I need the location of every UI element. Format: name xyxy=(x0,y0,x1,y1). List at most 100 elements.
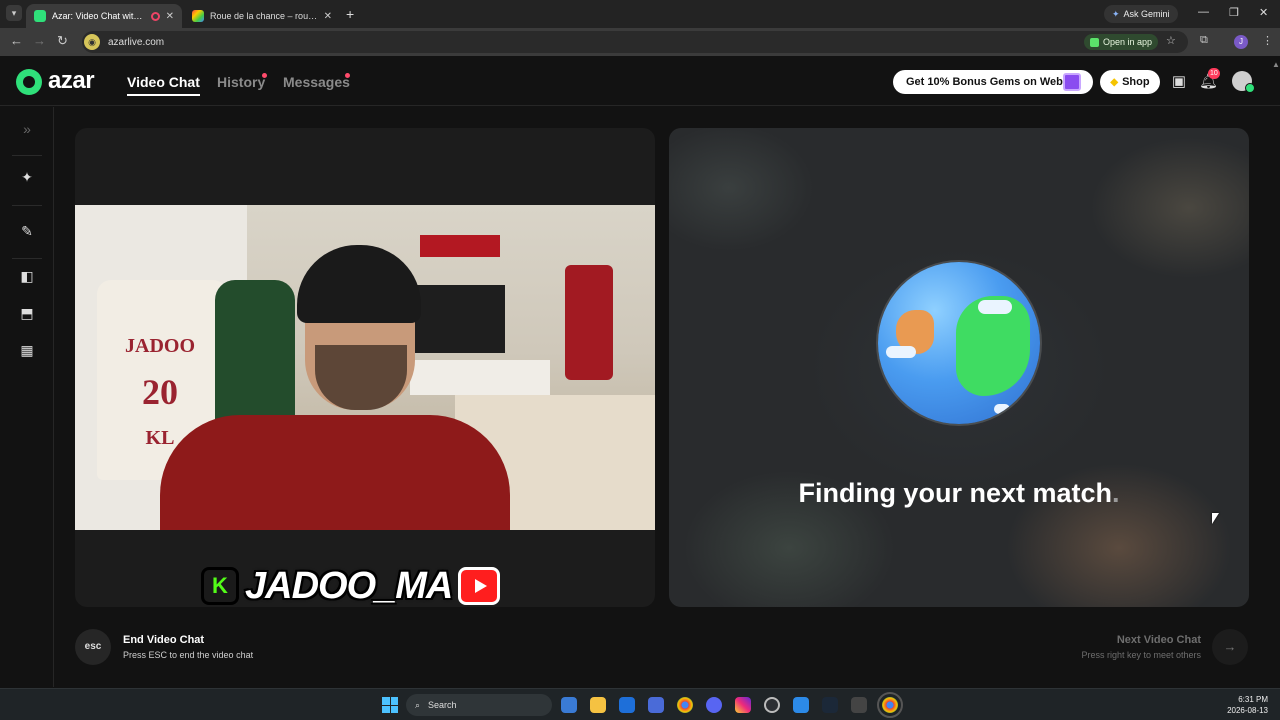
close-tab-icon[interactable]: ✕ xyxy=(324,11,332,22)
system-clock[interactable]: 6:31 PM 2026-08-13 xyxy=(1218,694,1268,716)
store-icon[interactable]: ▣ xyxy=(1170,73,1188,91)
instagram-icon[interactable] xyxy=(735,697,751,713)
red-shirt xyxy=(565,265,613,380)
task-view-icon[interactable] xyxy=(561,697,577,713)
windows-start-icon[interactable] xyxy=(382,697,398,713)
tv-stand xyxy=(410,360,550,395)
tab-roue[interactable]: Roue de la chance – roue aléatoire ✕ xyxy=(184,4,340,28)
open-in-app-label: Open in app xyxy=(1103,37,1153,47)
tab-search-icon[interactable]: ▾ xyxy=(6,5,22,21)
streamer-name: JADOO_MA xyxy=(245,564,453,607)
divider xyxy=(12,258,42,259)
search-icon: ⌕ xyxy=(415,699,421,710)
maximize-icon[interactable]: ❐ xyxy=(1229,6,1239,19)
ask-gemini-label: Ask Gemini xyxy=(1123,9,1170,19)
jersey-line-2: 20 xyxy=(142,372,178,412)
television xyxy=(410,285,505,353)
azar-favicon-icon xyxy=(34,10,46,22)
wall-banner xyxy=(420,235,500,257)
discord-icon[interactable] xyxy=(706,697,722,713)
forward-icon[interactable]: → xyxy=(33,33,46,48)
nav-messages[interactable]: Messages xyxy=(283,74,350,90)
steam-icon[interactable] xyxy=(822,697,838,713)
my-video-panel: JADOO 20 KL K JADOO_MA xyxy=(75,128,655,607)
browser-tab-bar: ▾ Azar: Video Chat with New ✕ Roue de la… xyxy=(0,0,1280,28)
url-text: azarlive.com xyxy=(108,36,165,48)
photos-icon[interactable] xyxy=(793,697,809,713)
extensions-icon[interactable]: ⧉ xyxy=(1200,34,1208,47)
globe-cloud xyxy=(994,404,1010,414)
bookmark-star-icon[interactable]: ☆ xyxy=(1166,34,1176,47)
divider xyxy=(12,155,42,156)
capture-icon[interactable] xyxy=(851,697,867,713)
taskbar-search[interactable]: ⌕ Search xyxy=(406,694,552,716)
tab-azar[interactable]: Azar: Video Chat with New ✕ xyxy=(26,4,182,28)
open-in-app-button[interactable]: Open in app xyxy=(1084,34,1159,50)
clock-time: 6:31 PM xyxy=(1238,695,1268,704)
shop-button[interactable]: ◆ Shop xyxy=(1100,70,1160,94)
person-body xyxy=(160,415,510,530)
expand-chevrons-icon[interactable]: » xyxy=(18,120,36,138)
next-arrow-icon[interactable]: → xyxy=(1212,629,1248,665)
globe-icon xyxy=(878,262,1040,424)
filter-edit-icon[interactable]: ✎ xyxy=(18,222,36,240)
chrome-icon[interactable] xyxy=(677,697,693,713)
gem-icon: ◆ xyxy=(1110,76,1119,88)
beanie xyxy=(297,245,421,323)
partner-video-panel: Finding your next match. xyxy=(669,128,1249,607)
outlook-icon[interactable] xyxy=(619,697,635,713)
browser-menu-icon[interactable]: ⋮ xyxy=(1262,34,1273,47)
bonus-gems-button[interactable]: Get 10% Bonus Gems on Web! xyxy=(893,70,1093,94)
reload-icon[interactable]: ↻ xyxy=(57,33,68,49)
layout-grid-icon[interactable]: ▦ xyxy=(18,341,36,359)
azar-logo-icon[interactable] xyxy=(16,69,42,95)
end-chat-esc-button[interactable]: esc xyxy=(75,629,111,665)
obs-icon[interactable] xyxy=(764,697,780,713)
shop-label: Shop xyxy=(1122,76,1150,88)
layout-side-by-side-icon[interactable]: ◧ xyxy=(18,267,36,285)
site-info-icon[interactable]: ◉ xyxy=(84,34,100,50)
file-explorer-icon[interactable] xyxy=(590,697,606,713)
messages-unread-dot xyxy=(345,73,350,78)
magic-wand-icon[interactable]: ✦ xyxy=(18,168,36,186)
nav-video-chat[interactable]: Video Chat xyxy=(127,74,200,96)
minimize-icon[interactable]: — xyxy=(1198,6,1209,18)
wheel-favicon-icon xyxy=(192,10,204,22)
new-tab-icon[interactable]: + xyxy=(346,6,354,22)
history-unread-dot xyxy=(262,73,267,78)
user-avatar[interactable] xyxy=(1232,71,1255,93)
address-bar[interactable]: ◉ azarlive.com xyxy=(82,31,1188,53)
streamer-name-overlay: K JADOO_MA xyxy=(201,564,501,607)
webcam-feed: JADOO 20 KL xyxy=(75,205,655,530)
clock-date: 2026-08-13 xyxy=(1227,706,1268,715)
scroll-up-icon[interactable]: ▲ xyxy=(1272,60,1280,69)
tab-title: Azar: Video Chat with New xyxy=(52,11,147,21)
kick-logo-icon: K xyxy=(201,567,239,605)
store-app-icon[interactable] xyxy=(648,697,664,713)
app-header: azar Video Chat History Messages Get 10%… xyxy=(0,56,1280,106)
recording-icon xyxy=(150,11,160,21)
logo-text[interactable]: azar xyxy=(48,67,95,95)
gemini-sparkle-icon: ✦ xyxy=(1112,8,1120,19)
windows-taskbar: ⌕ Search 6:31 PM 2026-08-13 xyxy=(0,688,1280,720)
browser-profile-avatar[interactable]: J xyxy=(1234,35,1248,49)
tab-title: Roue de la chance – roue aléatoire xyxy=(210,11,318,21)
layout-stacked-icon[interactable]: ⬒ xyxy=(18,304,36,322)
next-video-chat-hint: Press right key to meet others xyxy=(1081,650,1201,660)
youtube-logo-icon xyxy=(458,567,501,605)
end-video-chat-title[interactable]: End Video Chat xyxy=(123,634,204,646)
divider xyxy=(12,205,42,206)
close-window-icon[interactable]: ✕ xyxy=(1259,6,1268,19)
chrome-active-icon[interactable] xyxy=(877,692,903,718)
back-icon[interactable]: ← xyxy=(10,33,23,48)
notification-badge: 10 xyxy=(1208,68,1220,79)
close-tab-icon[interactable]: ✕ xyxy=(166,11,174,22)
nav-history[interactable]: History xyxy=(217,74,265,90)
gift-icon xyxy=(1063,73,1081,91)
left-sidebar: » ✦ ✎ ◧ ⬒ ▦ xyxy=(0,107,54,687)
app-icon xyxy=(1090,37,1099,47)
end-video-chat-hint: Press ESC to end the video chat xyxy=(123,650,254,660)
bonus-gems-label: Get 10% Bonus Gems on Web! xyxy=(906,76,1067,88)
next-video-chat-title[interactable]: Next Video Chat xyxy=(1000,634,1201,646)
ask-gemini-button[interactable]: ✦ Ask Gemini xyxy=(1104,5,1178,23)
